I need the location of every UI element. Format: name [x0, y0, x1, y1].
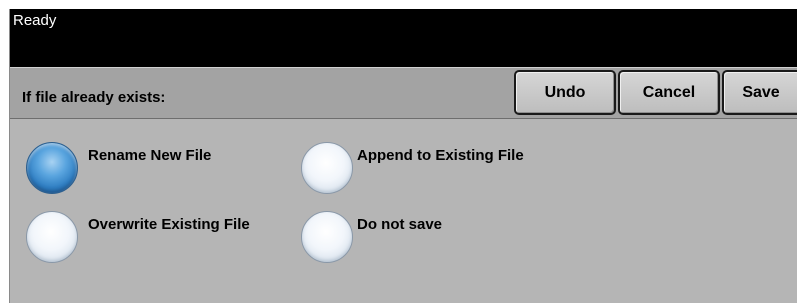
option-label: Append to Existing File	[357, 147, 524, 164]
status-bar: Ready	[10, 9, 797, 67]
option-label: Overwrite Existing File	[88, 216, 250, 233]
option-label: Do not save	[357, 216, 443, 233]
radio-button[interactable]	[301, 211, 353, 263]
undo-button[interactable]: Undo	[514, 70, 616, 115]
option-label: Rename New File	[88, 147, 212, 164]
cancel-button[interactable]: Cancel	[618, 70, 720, 115]
header-title: If file already exists:	[22, 89, 166, 106]
radio-button-selected[interactable]	[26, 142, 78, 194]
options-header: If file already exists: Undo Cancel Save	[10, 67, 797, 119]
radio-button[interactable]	[301, 142, 353, 194]
status-text: Ready	[13, 12, 57, 29]
screen-frame: Ready If file already exists: Undo Cance…	[9, 9, 797, 303]
options-panel: Rename New File Append to Existing File …	[10, 119, 797, 303]
save-button[interactable]: Save	[722, 70, 797, 115]
radio-button[interactable]	[26, 211, 78, 263]
